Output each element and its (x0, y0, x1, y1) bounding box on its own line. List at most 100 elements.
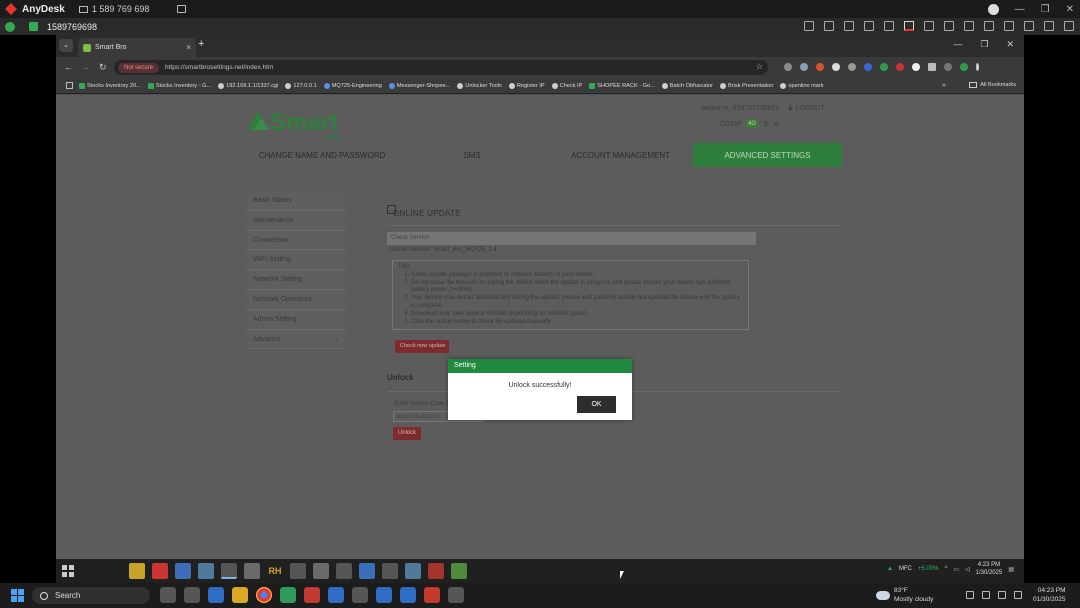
sidebar-icon[interactable] (944, 63, 952, 71)
extension-icon[interactable] (800, 63, 808, 71)
remote-clock[interactable]: 4:23 PM 1/30/2025 (976, 561, 1003, 577)
anydesk-menu-icon[interactable] (987, 3, 999, 15)
terminal-icon[interactable] (352, 587, 368, 603)
reload-icon[interactable]: ↻ (99, 62, 107, 73)
monitor-icon[interactable] (924, 21, 934, 31)
file-icon[interactable] (884, 21, 894, 31)
chat-icon[interactable] (944, 21, 954, 31)
sidebar-item-network-operators[interactable]: Network Operators (247, 289, 345, 310)
chevron-up-icon[interactable] (966, 591, 974, 599)
extension-icon[interactable] (864, 63, 872, 71)
sidebar-item-maintenance[interactable]: Maintenance (247, 210, 345, 231)
mail-icon[interactable] (359, 563, 375, 579)
windows-start-icon[interactable] (60, 563, 76, 579)
browser-minimize-icon[interactable]: — (953, 39, 962, 50)
bookmark-item[interactable]: Batch Obfuscator (661, 82, 713, 89)
app-icon[interactable] (152, 563, 168, 579)
hourglass-icon[interactable] (824, 21, 834, 31)
chevron-up-icon[interactable]: ^ (945, 566, 948, 572)
back-icon[interactable]: ← (64, 62, 73, 72)
calculator-icon[interactable] (448, 587, 464, 603)
sidebar-item-advance[interactable]: Advance ⌄ (247, 329, 345, 350)
forward-icon[interactable]: → (81, 62, 90, 72)
extension-icon[interactable] (784, 63, 792, 71)
extension-icon[interactable] (880, 63, 888, 71)
plus-icon[interactable] (1024, 21, 1034, 31)
windows-start-icon[interactable] (11, 589, 24, 602)
bookmark-item[interactable]: MQ725-Engineering (323, 82, 382, 89)
tab-search-icon[interactable]: ⌄ (59, 39, 73, 52)
app-icon[interactable] (244, 563, 260, 579)
extension-icon[interactable] (896, 63, 904, 71)
extension-icon[interactable] (816, 63, 824, 71)
new-tab-icon[interactable]: + (198, 38, 204, 50)
profile-avatar[interactable] (960, 63, 968, 71)
all-bookmarks[interactable]: All Bookmarks (969, 82, 1016, 88)
display-icon[interactable] (804, 21, 814, 31)
sidebar-item-connection[interactable]: Connection (247, 230, 345, 251)
local-clock[interactable]: 04:23 PM 01/30/2025 (1033, 586, 1066, 604)
app-icon[interactable] (290, 563, 306, 579)
app-icon[interactable] (160, 587, 176, 603)
chrome-icon[interactable] (256, 587, 272, 603)
check-update-button[interactable]: Check new update (395, 340, 449, 353)
app-icon[interactable] (400, 587, 416, 603)
bookmark-item[interactable]: Brisk Presentation (720, 82, 773, 89)
close-icon[interactable]: ✕ (1066, 4, 1074, 15)
logout-link[interactable]: LOGOUT (795, 105, 825, 112)
notification-icon[interactable]: ▤ (1008, 566, 1014, 573)
rh-app-icon[interactable]: RH (267, 563, 283, 579)
sidebar-item-basic-status[interactable]: Basic Status (247, 191, 345, 211)
notepad-icon[interactable] (451, 563, 467, 579)
clipboard-icon[interactable] (904, 21, 914, 31)
nav-advanced-settings[interactable]: ADVANCED SETTINGS (693, 143, 842, 167)
task-view-icon[interactable] (106, 563, 122, 579)
volume-icon[interactable]: ◁ (965, 566, 970, 573)
terminal-icon[interactable] (382, 563, 398, 579)
app-icon[interactable] (175, 563, 191, 579)
volume-icon[interactable] (1014, 591, 1022, 599)
search-icon[interactable] (83, 563, 99, 579)
extension-icon[interactable] (912, 63, 920, 71)
sidebar-item-admin-setting[interactable]: Admin Setting (247, 309, 345, 330)
bookmark-star-icon[interactable]: ☆ (756, 62, 763, 71)
shortcut-icon[interactable] (984, 21, 994, 31)
anydesk-icon[interactable] (424, 587, 440, 603)
bookmark-item[interactable]: 192.168.1.1/1337.cgi (218, 82, 278, 89)
browser-tab[interactable]: Smart Bro × (78, 38, 196, 57)
app-icon[interactable] (405, 563, 421, 579)
nav-sms[interactable]: SMS (396, 143, 548, 167)
new-session-icon[interactable] (177, 5, 187, 13)
taskbar-search[interactable]: Search (32, 587, 150, 604)
anydesk-icon[interactable] (428, 563, 444, 579)
more-bookmarks-icon[interactable]: » (942, 82, 946, 89)
browser-close-icon[interactable]: ✕ (1006, 39, 1014, 50)
bookmark-item[interactable]: Messenger-Shopee... (388, 82, 450, 89)
nav-change-name-password[interactable]: CHANGE NAME AND PASSWORD (248, 143, 396, 167)
tab-close-icon[interactable]: × (186, 43, 191, 52)
settings-gear-icon[interactable] (336, 563, 352, 579)
extension-icon[interactable] (848, 63, 856, 71)
weather-widget[interactable]: 83°F Mostly cloudy (876, 586, 933, 604)
bookmark-item[interactable]: Stocks Inventory - G... (147, 82, 211, 89)
bookmark-item[interactable]: openline mark (780, 82, 824, 89)
actions-icon[interactable] (964, 21, 974, 31)
extension-icon[interactable] (832, 63, 840, 71)
dialog-ok-button[interactable]: OK (577, 396, 616, 413)
star-icon[interactable] (864, 21, 874, 31)
unlock-button[interactable]: Unlock (393, 427, 421, 440)
app-tray-icon[interactable] (982, 591, 990, 599)
chrome-icon[interactable] (221, 563, 237, 579)
bookmark-item[interactable]: Stocks Inventory 20... (79, 82, 141, 89)
bookmark-item[interactable]: Unlocker Tools (457, 82, 502, 89)
extensions-puzzle-icon[interactable] (928, 63, 936, 71)
lock-icon[interactable] (844, 21, 854, 31)
vscode-icon[interactable] (376, 587, 392, 603)
anydesk-session-tab[interactable]: 1 589 769 698 (78, 4, 149, 14)
remote-screen[interactable]: ⌄ Smart Bro × + — ❐ ✕ ← → ↻ Not secure h… (56, 35, 1024, 583)
not-secure-badge[interactable]: Not secure (118, 62, 160, 73)
browser-restore-icon[interactable]: ❐ (980, 39, 988, 50)
pen-icon[interactable] (1044, 21, 1054, 31)
chrome-menu-icon[interactable] (976, 63, 979, 71)
bookmark-item[interactable]: 127.0.0.1 (285, 82, 317, 89)
